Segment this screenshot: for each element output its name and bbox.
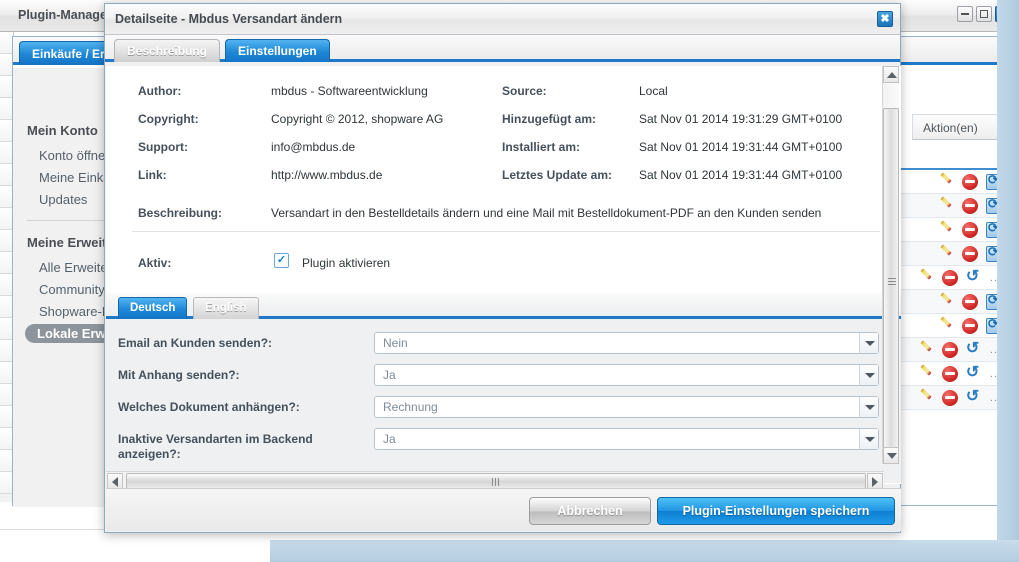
- value-installiert-am: Sat Nov 01 2014 19:31:44 GMT+0100: [639, 140, 842, 154]
- chevron-down-icon[interactable]: [859, 365, 878, 385]
- label-inaktive-versandarten-anzeigen: Inaktive Versandarten im Backend anzeige…: [118, 432, 358, 462]
- select-value: Nein: [383, 336, 408, 350]
- select-welches-dokument-anhaengen[interactable]: Rechnung: [374, 396, 879, 418]
- bottom-white-gap: [0, 540, 270, 562]
- pencil-icon[interactable]: [918, 366, 934, 382]
- select-email-an-kunden-senden[interactable]: Nein: [374, 332, 879, 354]
- label-copyright: Copyright:: [138, 112, 199, 126]
- app-title: Plugin-Manager: [18, 8, 112, 22]
- sidebar-item-updates[interactable]: Updates: [39, 192, 87, 207]
- value-link[interactable]: http://www.mbdus.de: [271, 168, 382, 182]
- value-letztes-update-am: Sat Nov 01 2014 19:31:44 GMT+0100: [639, 168, 842, 182]
- dialog-vertical-scrollbar[interactable]: [882, 66, 899, 464]
- dialog-body: Author: mbdus - Softwareentwicklung Copy…: [106, 66, 901, 484]
- chevron-down-icon[interactable]: [859, 333, 878, 353]
- value-author: mbdus - Softwareentwicklung: [271, 84, 428, 98]
- info-divider: [132, 231, 880, 232]
- label-email-an-kunden-senden: Email an Kunden senden?:: [118, 336, 272, 351]
- vertical-scroll-thumb[interactable]: [883, 108, 899, 456]
- select-inaktive-versandarten-anzeigen[interactable]: Ja: [374, 428, 879, 450]
- delete-icon[interactable]: [942, 342, 958, 358]
- pencil-icon[interactable]: [938, 222, 954, 238]
- lang-tab-english[interactable]: English: [193, 297, 259, 319]
- scroll-left-icon[interactable]: [107, 473, 123, 489]
- lang-tab-deutsch[interactable]: Deutsch: [118, 297, 187, 319]
- pencil-icon[interactable]: [918, 270, 934, 286]
- select-value: Rechnung: [383, 400, 438, 414]
- dialog-footer: Abbrechen Plugin-Einstellungen speichern: [106, 488, 901, 531]
- select-value: Ja: [383, 432, 396, 446]
- dialog-titlebar: Detailseite - Mbdus Versandart ändern ✖: [105, 4, 900, 35]
- label-link: Link:: [138, 168, 167, 182]
- delete-icon[interactable]: [942, 390, 958, 406]
- chevron-down-icon[interactable]: [859, 397, 878, 417]
- screen: Plugin-Manager ✖ Einkäufe / Erweiterunge…: [0, 0, 1019, 562]
- tab-beschreibung[interactable]: Beschreibung: [114, 39, 220, 62]
- pencil-icon[interactable]: [938, 318, 954, 334]
- save-plugin-settings-button[interactable]: Plugin-Einstellungen speichern: [657, 497, 895, 525]
- plugin-aktivieren-checkbox[interactable]: ✓: [274, 253, 289, 268]
- label-mit-anhang-senden: Mit Anhang senden?:: [118, 368, 240, 383]
- delete-icon[interactable]: [962, 246, 978, 262]
- delete-icon[interactable]: [942, 366, 958, 382]
- label-letztes-update-am: Letztes Update am:: [502, 168, 612, 182]
- settings-form: Email an Kunden senden?: Nein Mit Anhang…: [106, 322, 901, 483]
- scroll-right-icon[interactable]: [867, 473, 883, 489]
- select-value: Ja: [383, 368, 396, 382]
- refresh-icon[interactable]: [966, 390, 982, 406]
- delete-icon[interactable]: [942, 270, 958, 286]
- close-icon[interactable]: ✖: [877, 11, 893, 27]
- sidebar-item-konto-oeffnen[interactable]: Konto öffnen: [39, 148, 113, 163]
- dialog-horizontal-scrollbar[interactable]: [106, 471, 884, 489]
- label-welches-dokument-anhaengen: Welches Dokument anhängen?:: [118, 400, 300, 415]
- column-header-aktionen: Aktion(en): [912, 114, 1008, 140]
- pencil-icon[interactable]: [918, 342, 934, 358]
- refresh-icon[interactable]: [966, 366, 982, 382]
- language-panel: Deutsch English Email an Kunden senden?:…: [106, 293, 901, 483]
- dialog-title: Detailseite - Mbdus Versandart ändern: [115, 12, 342, 26]
- value-beschreibung: Versandart in den Bestelldetails ändern …: [271, 206, 821, 220]
- maximize-icon[interactable]: [976, 6, 992, 22]
- label-installiert-am: Installiert am:: [502, 140, 580, 154]
- delete-icon[interactable]: [962, 294, 978, 310]
- value-hinzugefuegt-am: Sat Nov 01 2014 19:31:29 GMT+0100: [639, 112, 842, 126]
- tab-einstellungen[interactable]: Einstellungen: [225, 39, 330, 62]
- label-source: Source:: [502, 84, 547, 98]
- delete-icon[interactable]: [962, 198, 978, 214]
- value-copyright: Copyright © 2012, shopware AG: [271, 112, 443, 126]
- language-tabbar: Deutsch English: [106, 293, 901, 319]
- delete-icon[interactable]: [962, 222, 978, 238]
- label-support: Support:: [138, 140, 188, 154]
- horizontal-scroll-thumb[interactable]: [126, 473, 866, 489]
- plugin-info-section: Author: mbdus - Softwareentwicklung Copy…: [106, 66, 901, 238]
- label-hinzugefuegt-am: Hinzugefügt am:: [502, 112, 596, 126]
- value-source: Local: [639, 84, 668, 98]
- delete-icon[interactable]: [962, 318, 978, 334]
- minimize-icon[interactable]: [957, 6, 973, 22]
- label-aktiv: Aktiv:: [138, 256, 171, 270]
- pencil-icon[interactable]: [938, 246, 954, 262]
- select-mit-anhang-senden[interactable]: Ja: [374, 364, 879, 386]
- scroll-down-icon[interactable]: [883, 447, 899, 464]
- pencil-icon[interactable]: [938, 198, 954, 214]
- label-beschreibung: Beschreibung:: [138, 206, 222, 220]
- checkbox-label-plugin-aktivieren[interactable]: Plugin aktivieren: [302, 256, 390, 270]
- pencil-icon[interactable]: [938, 174, 954, 190]
- scroll-up-icon[interactable]: [883, 66, 899, 83]
- pencil-icon[interactable]: [918, 390, 934, 406]
- refresh-icon[interactable]: [966, 270, 982, 286]
- refresh-icon[interactable]: [966, 342, 982, 358]
- plugin-detail-dialog: Detailseite - Mbdus Versandart ändern ✖ …: [104, 3, 901, 533]
- cancel-button[interactable]: Abbrechen: [529, 497, 651, 525]
- aktiv-section: Aktiv: ✓ Plugin aktivieren: [106, 239, 901, 293]
- dialog-tabbar: Beschreibung Einstellungen: [105, 35, 900, 62]
- value-support: info@mbdus.de: [271, 140, 355, 154]
- delete-icon[interactable]: [962, 174, 978, 190]
- chevron-down-icon[interactable]: [859, 429, 878, 449]
- sidebar-heading-mein-konto: Mein Konto: [27, 123, 98, 138]
- desktop-right-strip: [997, 0, 1019, 540]
- pencil-icon[interactable]: [938, 294, 954, 310]
- label-author: Author:: [138, 84, 181, 98]
